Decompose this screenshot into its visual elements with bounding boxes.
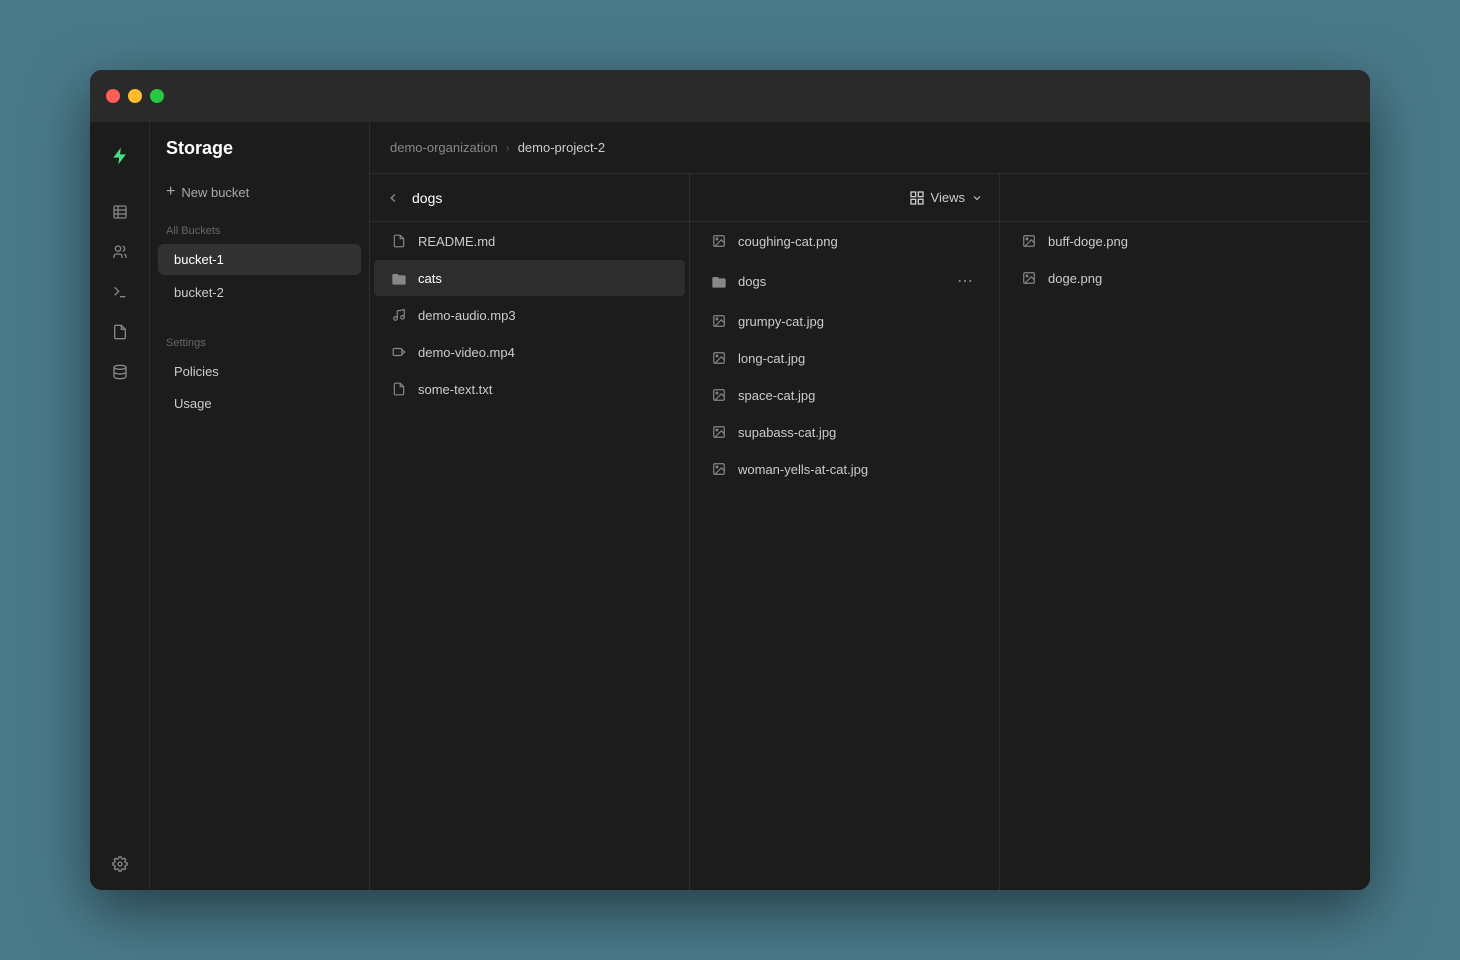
file-pane-2: Views <box>690 174 1000 890</box>
file-item-coughing-cat[interactable]: coughing-cat.png <box>694 223 995 259</box>
breadcrumb: demo-organization › demo-project-2 <box>370 122 1370 174</box>
file-list-1: README.md cats <box>370 222 689 890</box>
file-item-grumpy-cat[interactable]: grumpy-cat.jpg <box>694 303 995 339</box>
settings-section: Settings Policies Usage <box>150 329 369 420</box>
folder-icon-cats <box>390 269 408 287</box>
image-icon-supabass-cat <box>710 423 728 441</box>
back-button[interactable] <box>386 191 400 205</box>
file-item-dogs-folder[interactable]: dogs ⋯ <box>694 260 995 302</box>
file-name-woman-yells-cat: woman-yells-at-cat.jpg <box>738 462 979 477</box>
views-label: Views <box>931 190 965 205</box>
sidebar-settings-icon[interactable] <box>102 846 138 882</box>
file-name-space-cat: space-cat.jpg <box>738 388 979 403</box>
new-bucket-button[interactable]: + New bucket <box>150 175 369 209</box>
image-icon-doge <box>1020 269 1038 287</box>
image-icon-buff-doge <box>1020 232 1038 250</box>
file-explorer: dogs README.md <box>370 174 1370 890</box>
file-name-doge: doge.png <box>1048 271 1350 286</box>
traffic-lights <box>106 89 164 103</box>
sidebar-terminal-icon[interactable] <box>102 274 138 310</box>
file-name-video: demo-video.mp4 <box>418 345 669 360</box>
titlebar <box>90 70 1370 122</box>
file-name-long-cat: long-cat.jpg <box>738 351 979 366</box>
app-window: Storage + New bucket All Buckets bucket-… <box>90 70 1370 890</box>
file-item-space-cat[interactable]: space-cat.jpg <box>694 377 995 413</box>
image-icon-space-cat <box>710 386 728 404</box>
main-content: demo-organization › demo-project-2 dogs <box>370 122 1370 890</box>
maximize-button[interactable] <box>150 89 164 103</box>
minimize-button[interactable] <box>128 89 142 103</box>
close-button[interactable] <box>106 89 120 103</box>
settings-label: Settings <box>150 329 369 355</box>
second-pane-header: Views <box>690 174 999 222</box>
file-pane-3: buff-doge.png doge.png <box>1000 174 1370 890</box>
file-list-2: coughing-cat.png dogs <box>690 222 999 890</box>
file-name-dogs-folder: dogs <box>738 274 766 289</box>
policies-item[interactable]: Policies <box>158 356 361 387</box>
file-item-supabass-cat[interactable]: supabass-cat.jpg <box>694 414 995 450</box>
file-item-readme[interactable]: README.md <box>374 223 685 259</box>
file-name-text: some-text.txt <box>418 382 669 397</box>
pane-title: dogs <box>412 190 442 206</box>
image-icon-grumpy-cat <box>710 312 728 330</box>
usage-item[interactable]: Usage <box>158 388 361 419</box>
sidebar-table-icon[interactable] <box>102 194 138 230</box>
text-icon <box>390 380 408 398</box>
file-item-cats[interactable]: cats <box>374 260 685 296</box>
file-item-woman-yells-cat[interactable]: woman-yells-at-cat.jpg <box>694 451 995 487</box>
sidebar-users-icon[interactable] <box>102 234 138 270</box>
sidebar-database-icon[interactable] <box>102 354 138 390</box>
image-icon-woman-yells-cat <box>710 460 728 478</box>
left-panel-title: Storage <box>166 138 233 159</box>
plus-icon: + <box>166 183 175 201</box>
all-buckets-label: All Buckets <box>150 217 369 243</box>
file-pane-1: dogs README.md <box>370 174 690 890</box>
file-pane-header: dogs <box>370 174 689 222</box>
file-name-buff-doge: buff-doge.png <box>1048 234 1350 249</box>
file-item-buff-doge[interactable]: buff-doge.png <box>1004 223 1366 259</box>
views-button[interactable]: Views <box>909 190 983 206</box>
icon-sidebar <box>90 122 150 890</box>
file-list-3: buff-doge.png doge.png <box>1000 222 1370 890</box>
bucket-item-1[interactable]: bucket-1 <box>158 244 361 275</box>
audio-icon <box>390 306 408 324</box>
new-bucket-label: New bucket <box>181 185 249 200</box>
file-icon-readme <box>390 232 408 250</box>
file-name-cats: cats <box>418 271 669 286</box>
file-name-audio: demo-audio.mp3 <box>418 308 669 323</box>
logo-bolt[interactable] <box>102 138 138 174</box>
file-name-grumpy-cat: grumpy-cat.jpg <box>738 314 979 329</box>
file-item-text[interactable]: some-text.txt <box>374 371 685 407</box>
app-body: Storage + New bucket All Buckets bucket-… <box>90 122 1370 890</box>
third-pane-header <box>1000 174 1370 222</box>
folder-icon-dogs <box>710 272 728 290</box>
image-icon-coughing-cat <box>710 232 728 250</box>
file-item-doge[interactable]: doge.png <box>1004 260 1366 296</box>
file-name-supabass-cat: supabass-cat.jpg <box>738 425 979 440</box>
context-menu-button[interactable]: ⋯ <box>951 269 979 293</box>
sidebar-document-icon[interactable] <box>102 314 138 350</box>
breadcrumb-org[interactable]: demo-organization <box>390 140 498 155</box>
left-panel: Storage + New bucket All Buckets bucket-… <box>150 122 370 890</box>
file-item-audio[interactable]: demo-audio.mp3 <box>374 297 685 333</box>
left-panel-header: Storage <box>150 138 369 175</box>
file-item-video[interactable]: demo-video.mp4 <box>374 334 685 370</box>
bucket-item-2[interactable]: bucket-2 <box>158 277 361 308</box>
video-icon <box>390 343 408 361</box>
breadcrumb-separator: › <box>506 141 510 155</box>
file-name-coughing-cat: coughing-cat.png <box>738 234 979 249</box>
file-name-readme: README.md <box>418 234 669 249</box>
file-item-long-cat[interactable]: long-cat.jpg <box>694 340 995 376</box>
breadcrumb-project[interactable]: demo-project-2 <box>518 140 605 155</box>
image-icon-long-cat <box>710 349 728 367</box>
